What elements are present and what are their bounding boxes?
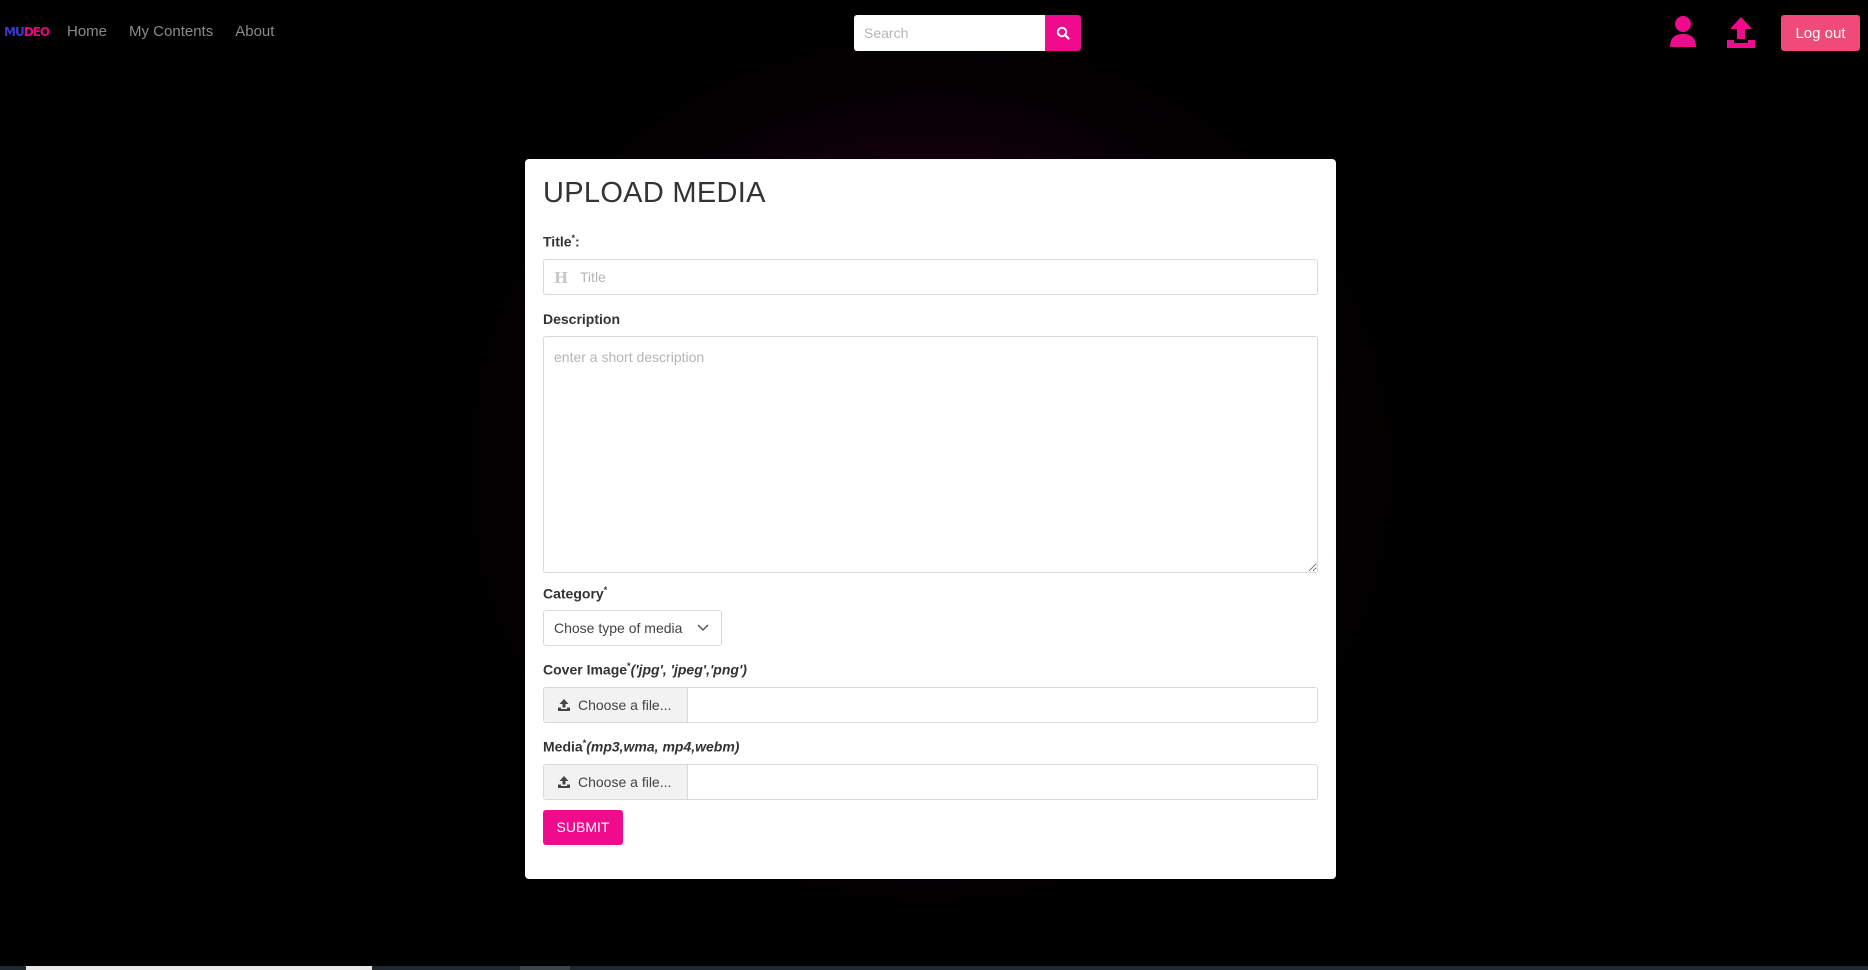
category-selected-value: Chose type of media [554, 620, 683, 637]
profile-button[interactable] [1668, 15, 1698, 49]
scrollbar-thumb[interactable] [26, 966, 372, 970]
cover-image-file-name [688, 688, 1317, 722]
chevron-down-icon [697, 624, 709, 632]
cover-image-choose-button[interactable]: Choose a file... [544, 687, 688, 722]
horizontal-scrollbar[interactable] [0, 966, 1868, 970]
title-field-wrapper: H [543, 258, 1318, 295]
title-label-text: Title [543, 233, 572, 250]
nav-link-about[interactable]: About [235, 23, 274, 40]
cover-image-formats: ('jpg', 'jpeg','png') [630, 661, 747, 678]
title-label-suffix: : [575, 233, 580, 250]
upload-icon [558, 698, 570, 711]
cover-image-label: Cover Image*('jpg', 'jpeg','png') [543, 661, 1318, 678]
search-bar [854, 15, 1081, 51]
title-label: Title*: [543, 233, 1318, 250]
description-textarea[interactable] [543, 335, 1318, 573]
top-navbar: MUDEO Home My Contents About Log out [0, 0, 1868, 66]
category-label: Category* [543, 585, 1318, 602]
required-mark: * [603, 584, 608, 595]
title-input[interactable] [580, 259, 1310, 294]
logout-button[interactable]: Log out [1781, 15, 1860, 51]
nav-links: Home My Contents About [67, 23, 296, 40]
upload-media-card: UPLOAD MEDIA Title*: H Description Categ… [525, 159, 1336, 879]
media-choose-button[interactable]: Choose a file... [544, 764, 688, 799]
media-formats: (mp3,wma, mp4,webm) [586, 738, 740, 755]
brand-logo[interactable]: MUDEO [4, 25, 50, 39]
submit-button[interactable]: SUBMIT [543, 809, 623, 845]
logo-part-2: DEO [23, 25, 50, 39]
page-title: UPLOAD MEDIA [543, 177, 766, 209]
category-select[interactable]: Chose type of media [543, 610, 722, 647]
media-file-name [688, 765, 1317, 799]
media-choose-label: Choose a file... [578, 773, 672, 790]
upload-icon [558, 775, 570, 788]
cover-image-label-text: Cover Image [543, 661, 628, 678]
scrollbar-track-segment [520, 966, 570, 970]
description-label: Description [543, 310, 621, 327]
search-button[interactable] [1045, 15, 1081, 51]
user-icon [1670, 16, 1696, 47]
media-file-input: Choose a file... [543, 763, 1318, 800]
heading-icon: H [554, 268, 569, 287]
upload-icon [1727, 17, 1755, 48]
search-input[interactable] [854, 15, 1045, 51]
media-label: Media*(mp3,wma, mp4,webm) [543, 738, 1318, 755]
nav-link-home[interactable]: Home [67, 23, 107, 40]
search-icon [1056, 26, 1070, 40]
media-label-text: Media [543, 738, 583, 755]
logo-part-1: MU [4, 25, 25, 39]
cover-image-file-input: Choose a file... [543, 686, 1318, 723]
category-label-text: Category [543, 585, 604, 602]
upload-nav-button[interactable] [1724, 15, 1758, 49]
cover-image-choose-label: Choose a file... [578, 696, 672, 713]
nav-link-my-contents[interactable]: My Contents [129, 23, 213, 40]
